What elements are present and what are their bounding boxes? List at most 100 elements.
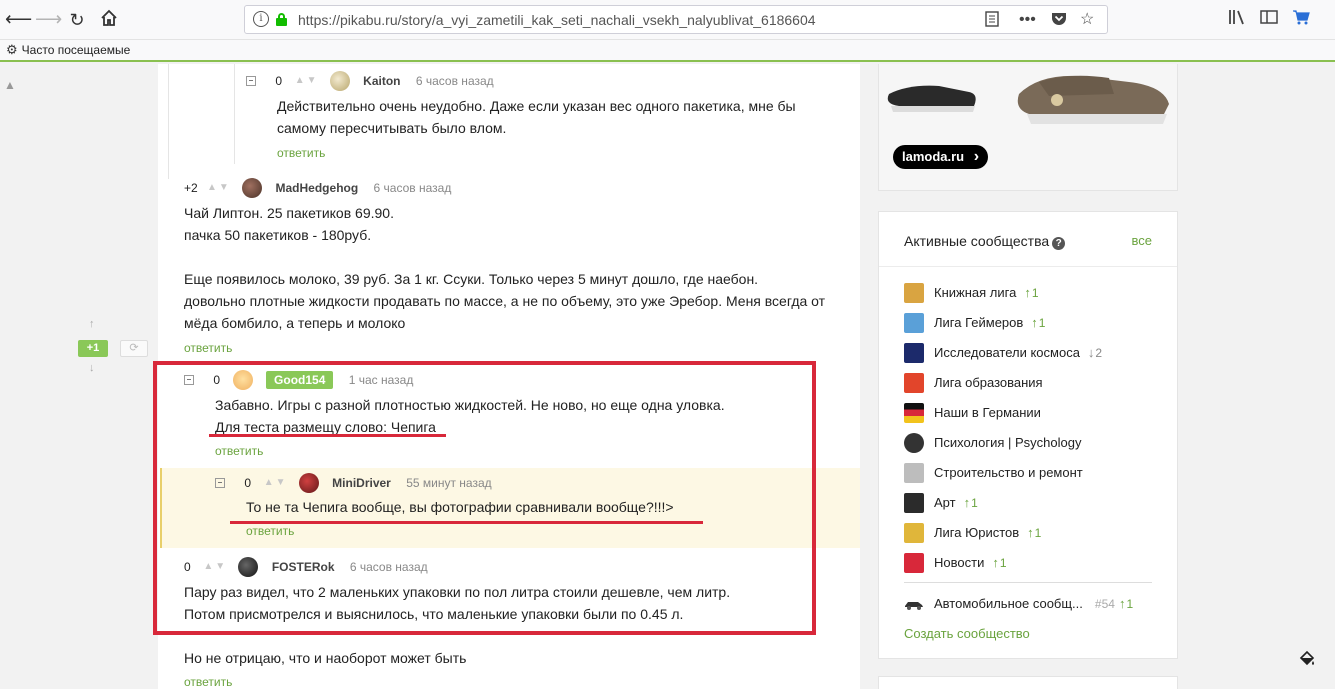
avatar[interactable] — [329, 71, 350, 91]
community-item[interactable]: Автомобильное сообщ... #54 ↑1 — [904, 594, 1133, 614]
sidebar-icon[interactable] — [1260, 9, 1278, 31]
community-item[interactable]: Лига Геймеров ↑1 — [904, 313, 1045, 333]
community-name: Лига Юристов — [934, 525, 1020, 540]
vote-arrows-icon[interactable]: ▲▼ — [295, 72, 319, 90]
comment-text: Чай Липтон. 25 пакетиков 69.90. пачка 50… — [184, 202, 825, 334]
comment-header: 0 ▲▼ Kaiton 6 часов назад — [246, 71, 494, 91]
thread-line — [234, 64, 235, 164]
community-name: Лига Геймеров — [934, 315, 1024, 330]
refresh-icon[interactable]: ⟳ — [120, 340, 148, 357]
reader-view-icon[interactable] — [985, 11, 999, 32]
comment-text: Но не отрицаю, что и наоборот может быть — [184, 647, 466, 669]
art-icon — [904, 493, 924, 513]
community-item[interactable]: Исследователи космоса ↓2 — [904, 343, 1102, 363]
divider — [879, 266, 1177, 267]
home-icon[interactable] — [98, 9, 120, 31]
reload-icon[interactable]: ↻ — [66, 9, 88, 31]
info-icon[interactable]: i — [253, 11, 269, 27]
browser-toolbar: ⟵ ⟶ ↻ i https://pikabu.ru/story/a_vyi_za… — [0, 0, 1335, 40]
thread-line — [168, 64, 169, 179]
gear-icon: ⚙ — [6, 42, 18, 57]
trend-value: 1 — [1031, 286, 1039, 300]
news-icon — [904, 553, 924, 573]
comment-line: самому пересчитывать было влом. — [277, 120, 507, 136]
trend-value: 1 — [999, 556, 1007, 570]
avatar[interactable] — [242, 178, 263, 198]
bookmarks-bar: ⚙ Часто посещаемые — [0, 40, 1335, 62]
comment-line: мёда бомбило, а теперь и молоко — [184, 315, 406, 331]
reply-link[interactable]: ответить — [184, 341, 232, 355]
help-icon[interactable]: ? — [1052, 237, 1066, 250]
rating-down-icon[interactable]: ↓ — [89, 362, 95, 374]
comment-line: пачка 50 пакетиков - 180руб. — [184, 227, 372, 243]
community-item[interactable]: Лига образования — [904, 373, 1043, 393]
community-item[interactable]: Книжная лига ↑1 — [904, 283, 1039, 303]
comment-header: +2 ▲▼ MadHedgehog 6 часов назад — [184, 178, 452, 198]
comment-author[interactable]: MadHedgehog — [276, 179, 359, 197]
communities-title: Активные сообщества? — [904, 233, 1066, 250]
trend-up-indicator: ↑1 — [963, 495, 978, 510]
psychology-icon — [904, 433, 924, 453]
ad-banner[interactable]: lamoda.ru — [878, 64, 1178, 191]
trend-value: 1 — [1126, 597, 1134, 611]
trend-down-indicator: ↓2 — [1087, 345, 1103, 360]
paint-bucket-icon[interactable] — [1298, 650, 1316, 673]
community-item[interactable]: Наши в Германии — [904, 403, 1041, 423]
vote-arrows-icon[interactable]: ▲▼ — [207, 179, 231, 197]
cart-icon[interactable] — [1292, 9, 1310, 31]
comment-author[interactable]: Kaiton — [363, 72, 400, 90]
story-rating: +1 — [78, 340, 108, 357]
community-rank: #54 — [1094, 597, 1115, 611]
comment-line: довольно плотные жидкости продавать по м… — [184, 293, 826, 309]
scroll-up-icon[interactable]: ▲ — [4, 78, 16, 92]
comment-rating: 0 — [275, 74, 283, 88]
highlight-box — [153, 361, 816, 635]
community-item[interactable]: Психология | Psychology — [904, 433, 1082, 453]
highlight-underline — [230, 521, 703, 524]
comment-line — [184, 246, 825, 268]
comment-time: 6 часов назад — [373, 181, 452, 195]
pocket-icon[interactable] — [1051, 11, 1067, 31]
trend-value: 2 — [1095, 346, 1103, 360]
sidebar-block — [878, 676, 1178, 689]
community-name: Книжная лига — [934, 285, 1017, 300]
create-community-link[interactable]: Создать сообщество — [904, 626, 1030, 641]
comment-line: Но не отрицаю, что и наоборот может быть — [184, 650, 467, 666]
community-item[interactable]: Лига Юристов ↑1 — [904, 523, 1041, 543]
space-icon — [904, 343, 924, 363]
reply-link[interactable]: ответить — [184, 675, 232, 689]
address-bar[interactable]: i https://pikabu.ru/story/a_vyi_zametili… — [244, 5, 1108, 34]
community-name: Наши в Германии — [934, 405, 1041, 420]
community-item[interactable]: Строительство и ремонт — [904, 463, 1083, 483]
bookmark-star-icon[interactable]: ☆ — [1080, 11, 1094, 29]
page: ▲ ↑ +1 ⟳ ↓ 0 ▲▼ Kaiton 6 часов назад Дей… — [0, 64, 1335, 689]
collapse-icon[interactable] — [246, 76, 256, 86]
trend-up-indicator: ↑1 — [1118, 596, 1134, 611]
more-icon[interactable]: ••• — [1019, 11, 1036, 29]
comment-text: Действительно очень неудобно. Даже если … — [277, 95, 796, 139]
shoe-image — [887, 75, 1169, 124]
trend-value: 1 — [971, 496, 978, 510]
ad-brand-badge[interactable]: lamoda.ru — [893, 145, 989, 169]
forward-icon[interactable]: ⟶ — [35, 9, 62, 31]
communities-title-text: Активные сообщества — [904, 233, 1050, 249]
community-name: Автомобильное сообщ... — [934, 596, 1083, 611]
education-icon — [904, 373, 924, 393]
community-item[interactable]: Арт ↑1 — [904, 493, 978, 513]
book-league-icon — [904, 283, 924, 303]
comment-rating: +2 — [184, 181, 198, 195]
trend-up-indicator: ↑1 — [992, 555, 1007, 570]
germany-flag-icon — [904, 403, 924, 423]
url-text[interactable]: https://pikabu.ru/story/a_vyi_zametili_k… — [298, 12, 816, 28]
community-item[interactable]: Новости ↑1 — [904, 553, 1007, 573]
trend-up-indicator: ↑1 — [1031, 315, 1046, 330]
communities-all-link[interactable]: все — [1132, 233, 1153, 248]
lock-icon — [276, 13, 287, 26]
back-icon[interactable]: ⟵ — [5, 9, 32, 31]
story-rating-widget: ↑ +1 ⟳ ↓ — [78, 318, 148, 378]
library-icon[interactable] — [1228, 9, 1246, 31]
active-communities-panel: Активные сообщества? все Книжная лига ↑1 … — [878, 211, 1178, 659]
most-visited-bookmark[interactable]: ⚙ Часто посещаемые — [6, 42, 130, 58]
reply-link[interactable]: ответить — [277, 146, 325, 160]
rating-up-icon[interactable]: ↑ — [89, 318, 95, 330]
